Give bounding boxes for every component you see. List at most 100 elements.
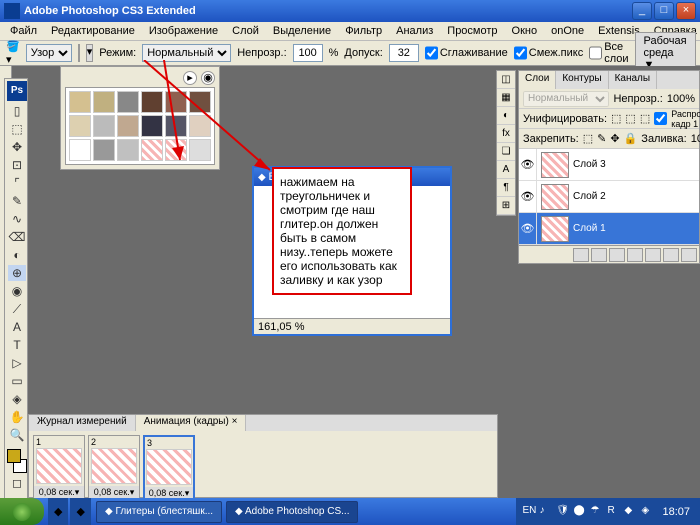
pattern-swatch[interactable] [189,139,211,161]
tool-button[interactable]: ✎ [7,192,27,210]
unify-icon[interactable]: ⬚ [640,112,650,125]
tool-button[interactable]: ⌜ [7,174,27,192]
lock-icon[interactable]: ⬚ [583,132,593,145]
menu-item[interactable]: Слой [226,24,265,38]
tolerance-input[interactable] [389,44,419,62]
panel-tab[interactable]: Контуры [556,71,608,89]
close-button[interactable]: × [676,2,696,20]
layer-mask-icon[interactable] [609,248,625,262]
tool-button[interactable]: ⊕ [7,264,27,282]
tray-icon[interactable]: ◆ [624,505,638,519]
taskbar-item[interactable]: ◆ Глитеры (блестяшк... [96,501,222,523]
visibility-icon[interactable]: 👁 [519,181,537,212]
layer-group-icon[interactable] [645,248,661,262]
pattern-swatch[interactable] [93,115,115,137]
tray-icon[interactable]: ⬤ [573,505,587,519]
start-button[interactable] [0,498,44,525]
quicklaunch-icon[interactable]: ◆ [70,498,90,525]
menu-item[interactable]: Анализ [390,24,439,38]
opacity-input[interactable] [293,44,323,62]
panel-tab[interactable]: Каналы [609,71,658,89]
blend-mode-select[interactable]: Нормальный [142,44,231,62]
panel-tab[interactable]: Анимация (кадры) × [136,415,247,431]
panel-tab-icon[interactable]: ¶ [497,179,515,197]
animation-frame[interactable]: 20,08 сек.▾ [88,435,140,502]
pattern-swatch[interactable] [69,139,91,161]
color-swatches[interactable] [7,449,27,473]
pattern-swatch[interactable] [141,139,163,161]
tool-button[interactable]: ⟋ [7,300,27,318]
all-layers-checkbox[interactable]: Все слои [589,41,628,65]
tool-button[interactable]: 🔍 [7,426,27,444]
quicklaunch-icon[interactable]: ◆ [48,498,68,525]
panel-tab[interactable]: Слои [519,71,556,89]
panel-tab-icon[interactable]: fx [497,125,515,143]
panel-tab-icon[interactable]: ❏ [497,143,515,161]
ps-logo-icon[interactable]: Ps [7,81,27,101]
unify-icon[interactable]: ⬚ [611,112,621,125]
pattern-swatch[interactable] [189,115,211,137]
pattern-swatch[interactable] [69,91,91,113]
pattern-swatch[interactable] [165,91,187,113]
panel-tab-icon[interactable]: ⊞ [497,197,515,215]
pattern-swatch[interactable] [78,44,80,62]
clock[interactable]: 18:07 [658,506,694,518]
menu-item[interactable]: onOne [545,24,590,38]
tray-icon[interactable]: ◈ [641,505,655,519]
antialias-checkbox[interactable]: Сглаживание [425,44,508,62]
picker-menu-icon[interactable]: ▸ [183,71,197,85]
tray-icon[interactable]: 🛡 [556,505,570,519]
lock-icon[interactable]: ✥ [610,132,619,145]
unify-icon[interactable]: ⬚ [625,112,635,125]
panel-tab[interactable]: Журнал измерений [29,415,136,431]
tool-button[interactable]: ⬚ [7,120,27,138]
tool-button[interactable]: ⌫ [7,228,27,246]
foreground-color-swatch[interactable] [7,449,21,463]
panel-tab-icon[interactable]: ◫ [497,71,515,89]
layer-blend-select[interactable]: Нормальный [523,91,609,107]
layer-thumbnail[interactable] [541,216,569,242]
menu-item[interactable]: Редактирование [45,24,141,38]
layer-row[interactable]: 👁Слой 1 [519,213,699,245]
layer-thumbnail[interactable] [541,184,569,210]
pattern-swatch[interactable] [141,91,163,113]
picker-options-icon[interactable]: ◉ [201,71,215,85]
tray-icon[interactable]: ☂ [590,505,604,519]
tool-button[interactable]: ▯ [7,102,27,120]
tool-button[interactable]: ▷ [7,354,27,372]
menu-item[interactable]: Фильтр [339,24,388,38]
tray-icon[interactable]: ♪ [539,505,553,519]
animation-frame[interactable]: 10,08 сек.▾ [33,435,85,502]
contiguous-checkbox[interactable]: Смеж.пикс [514,44,583,62]
link-layers-icon[interactable] [573,248,589,262]
new-layer-icon[interactable] [663,248,679,262]
pattern-swatch[interactable] [117,91,139,113]
pattern-swatch[interactable] [93,91,115,113]
lang-indicator[interactable]: EN [522,505,536,519]
pattern-swatch[interactable] [117,139,139,161]
quickmask-icon[interactable]: ◻ [7,474,27,492]
panel-tab-icon[interactable]: ▦ [497,89,515,107]
layer-thumbnail[interactable] [541,152,569,178]
delete-layer-icon[interactable] [681,248,697,262]
pattern-swatch[interactable] [117,115,139,137]
tool-button[interactable]: T [7,336,27,354]
pattern-swatch[interactable] [165,139,187,161]
panel-tab-icon[interactable]: A [497,161,515,179]
pattern-swatch[interactable] [93,139,115,161]
tool-button[interactable]: ✋ [7,408,27,426]
menu-item[interactable]: Окно [506,24,544,38]
pattern-dropdown-button[interactable]: ▾ [86,44,94,62]
lock-icon[interactable]: ✎ [597,132,606,145]
minimize-button[interactable]: _ [632,2,652,20]
tool-button[interactable]: A [7,318,27,336]
pattern-swatch[interactable] [141,115,163,137]
tool-button[interactable]: ∿ [7,210,27,228]
propagate-checkbox[interactable] [654,112,667,125]
pattern-swatch[interactable] [189,91,211,113]
animation-frame[interactable]: 30,08 сек.▾ [143,435,195,502]
lock-icon[interactable]: 🔒 [624,132,638,145]
tool-button[interactable]: ✥ [7,138,27,156]
taskbar-item[interactable]: ◆ Adobe Photoshop CS... [226,501,358,523]
menu-item[interactable]: Просмотр [441,24,503,38]
